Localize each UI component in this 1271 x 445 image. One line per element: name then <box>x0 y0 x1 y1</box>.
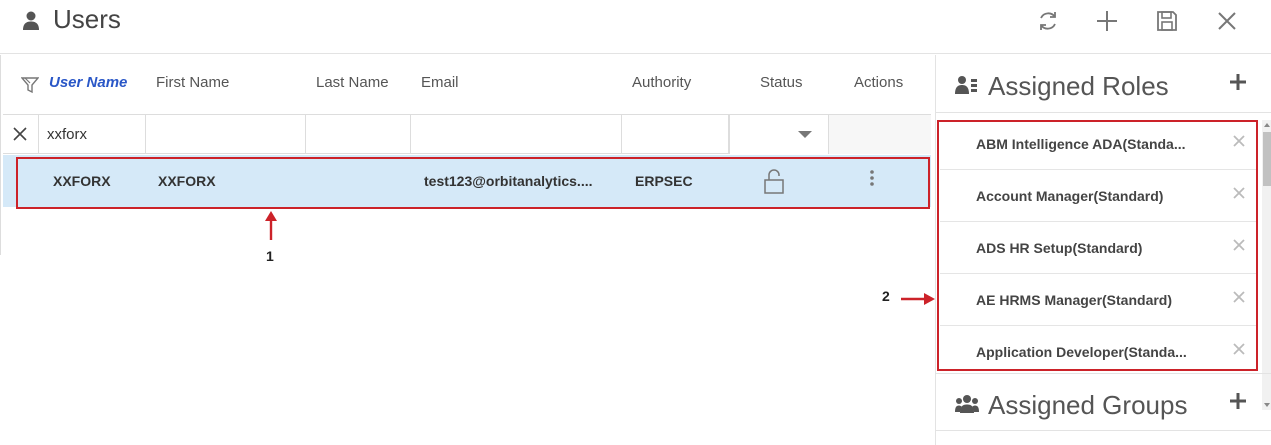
refresh-button[interactable] <box>1033 6 1063 36</box>
dialog-header: Users <box>0 0 1271 54</box>
users-group-icon <box>955 395 979 413</box>
col-header-last-name[interactable]: Last Name <box>316 74 389 91</box>
filter-icon[interactable] <box>21 76 39 94</box>
page-title: Users <box>53 4 121 34</box>
email-filter-input[interactable] <box>411 115 621 154</box>
add-button[interactable] <box>1092 6 1122 36</box>
add-role-button[interactable] <box>1226 70 1250 94</box>
col-header-authority[interactable]: Authority <box>632 74 691 91</box>
clear-filter-button[interactable] <box>3 115 39 154</box>
scroll-up-icon[interactable] <box>1263 120 1271 130</box>
col-header-status[interactable]: Status <box>760 74 803 91</box>
refresh-icon <box>1040 12 1056 30</box>
arrow-right-icon <box>901 293 935 305</box>
annotation-label-2: 2 <box>882 288 890 304</box>
scrollbar-thumb[interactable] <box>1263 132 1271 186</box>
user-icon <box>23 11 39 30</box>
roles-scrollbar[interactable] <box>1262 120 1271 410</box>
highlight-box-roles <box>937 120 1258 371</box>
col-header-email[interactable]: Email <box>421 74 459 91</box>
col-header-user-name[interactable]: User Name <box>49 74 127 91</box>
assigned-roles-header: Assigned Roles <box>936 55 1271 113</box>
assigned-groups-title: Assigned Groups <box>988 390 1188 420</box>
close-button[interactable] <box>1212 6 1242 36</box>
save-button[interactable] <box>1152 6 1182 36</box>
col-header-actions: Actions <box>854 74 904 91</box>
close-icon <box>13 127 27 141</box>
user-roles-icon <box>955 76 977 94</box>
arrow-up-icon <box>265 211 277 240</box>
col-header-first-name[interactable]: First Name <box>156 74 229 91</box>
add-group-button[interactable] <box>1226 389 1250 413</box>
annotation-label-1: 1 <box>266 248 274 264</box>
users-grid: User Name First Name Last Name Email Aut… <box>3 55 935 445</box>
chevron-down-icon <box>798 131 812 138</box>
filter-row <box>3 114 931 154</box>
last-name-filter-input[interactable] <box>306 115 410 154</box>
close-icon <box>1218 12 1236 30</box>
assigned-groups-header: Assigned Groups <box>936 373 1271 431</box>
first-name-filter-input[interactable] <box>146 115 305 154</box>
status-filter-select[interactable] <box>729 115 829 154</box>
highlight-box-row <box>16 157 930 209</box>
save-icon <box>1157 11 1177 31</box>
assigned-roles-title: Assigned Roles <box>988 71 1169 101</box>
user-name-filter-input[interactable] <box>39 115 145 154</box>
add-icon <box>1097 11 1117 31</box>
authority-filter-input[interactable] <box>622 115 728 154</box>
